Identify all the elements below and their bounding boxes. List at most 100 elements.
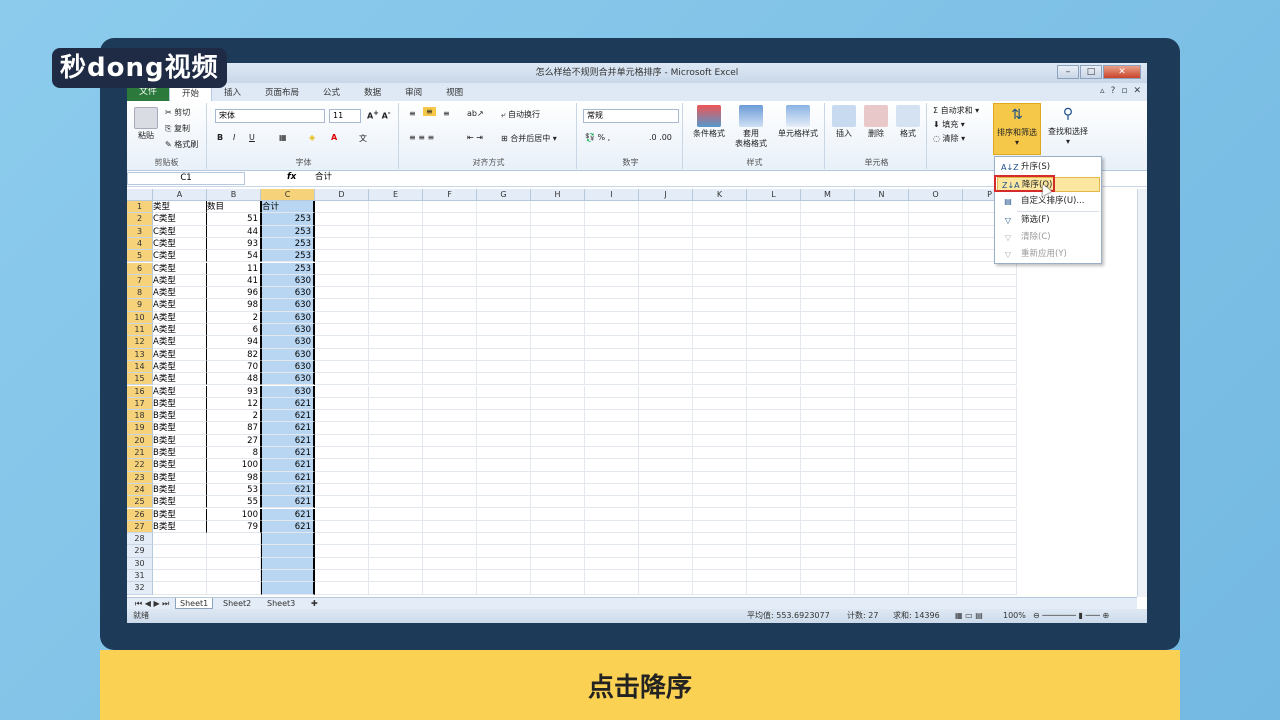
cell-b[interactable]: 48 (207, 373, 261, 386)
cell-a[interactable]: B类型 (153, 410, 207, 423)
autosum-button[interactable]: Σ 自动求和 ▾ (933, 105, 979, 116)
cell-empty[interactable] (693, 250, 747, 263)
cell-empty[interactable] (855, 250, 909, 263)
cell-empty[interactable] (855, 533, 909, 546)
cell-empty[interactable] (963, 508, 1017, 521)
column-header-o[interactable]: O (909, 189, 963, 201)
cell-empty[interactable] (423, 250, 477, 263)
cell-empty[interactable] (585, 225, 639, 238)
cell-empty[interactable] (585, 422, 639, 435)
cell-empty[interactable] (963, 520, 1017, 534)
cell-empty[interactable] (369, 570, 423, 583)
cell-empty[interactable] (369, 360, 423, 374)
cell-empty[interactable] (585, 373, 639, 386)
minimize-ribbon-icon[interactable]: ▵ (1100, 86, 1105, 96)
cell-empty[interactable] (801, 459, 855, 472)
column-header-m[interactable]: M (801, 189, 855, 201)
cell-empty[interactable] (639, 348, 693, 361)
cell-empty[interactable] (423, 447, 477, 460)
cell-b[interactable]: 2 (207, 311, 261, 324)
cell-empty[interactable] (639, 471, 693, 484)
cell-empty[interactable] (531, 311, 585, 324)
cell-empty[interactable] (963, 311, 1017, 324)
cell-empty[interactable] (693, 434, 747, 447)
cell-empty[interactable] (801, 225, 855, 238)
cell-empty[interactable] (693, 471, 747, 484)
cell-empty[interactable] (585, 533, 639, 546)
restore-icon[interactable]: ▫ (1121, 86, 1127, 96)
cell-empty[interactable] (585, 447, 639, 460)
column-header-c[interactable]: C (261, 189, 315, 201)
cell-empty[interactable] (963, 483, 1017, 497)
cell-empty[interactable] (585, 348, 639, 361)
cell-empty[interactable] (531, 360, 585, 374)
cell-empty[interactable] (747, 496, 801, 509)
format-as-table-button[interactable]: 套用 表格格式 (731, 105, 771, 149)
row-header[interactable]: 27 (127, 520, 153, 534)
row-header[interactable]: 30 (127, 557, 153, 570)
cell-empty[interactable] (477, 410, 531, 423)
cell-empty[interactable] (963, 410, 1017, 423)
cell-empty[interactable] (909, 447, 963, 460)
cell-empty[interactable] (693, 397, 747, 411)
row-header[interactable]: 8 (127, 287, 153, 300)
cell-empty[interactable] (801, 434, 855, 447)
cell-empty[interactable] (639, 336, 693, 349)
cell-empty[interactable] (477, 496, 531, 509)
cell-empty[interactable] (855, 287, 909, 300)
cell-empty[interactable] (585, 360, 639, 374)
cell-empty[interactable] (909, 557, 963, 570)
row-header[interactable]: 17 (127, 397, 153, 411)
cell-empty[interactable] (531, 422, 585, 435)
cell-a[interactable]: C类型 (153, 262, 207, 275)
cell-empty[interactable] (801, 287, 855, 300)
cell-empty[interactable] (801, 324, 855, 337)
cell-empty[interactable] (369, 483, 423, 497)
cell-empty[interactable] (909, 385, 963, 398)
cell-empty[interactable] (855, 496, 909, 509)
cell-c[interactable]: 630 (261, 324, 315, 337)
cell-a[interactable] (153, 582, 207, 595)
cell-empty[interactable] (909, 410, 963, 423)
cell-empty[interactable] (423, 557, 477, 570)
cell-empty[interactable] (855, 373, 909, 386)
cell-b[interactable]: 数目 (207, 201, 261, 214)
cell-empty[interactable] (693, 570, 747, 583)
cell-empty[interactable] (963, 336, 1017, 349)
cell-empty[interactable] (477, 533, 531, 546)
cell-empty[interactable] (477, 459, 531, 472)
cell-empty[interactable] (855, 299, 909, 312)
cell-c[interactable]: 630 (261, 311, 315, 324)
cell-b[interactable]: 27 (207, 434, 261, 447)
cell-empty[interactable] (909, 533, 963, 546)
merge-center-button[interactable]: ⊞ 合并后居中 ▾ (501, 133, 557, 144)
cell-empty[interactable] (855, 459, 909, 472)
menu-custom-sort[interactable]: ▤ 自定义排序(U)... (997, 194, 1100, 209)
cell-empty[interactable] (585, 201, 639, 214)
cell-empty[interactable] (801, 311, 855, 324)
cell-b[interactable]: 54 (207, 250, 261, 263)
cell-b[interactable]: 96 (207, 287, 261, 300)
cell-empty[interactable] (747, 201, 801, 214)
cell-empty[interactable] (909, 324, 963, 337)
cell-empty[interactable] (855, 447, 909, 460)
column-header-g[interactable]: G (477, 189, 531, 201)
cell-empty[interactable] (531, 262, 585, 275)
cell-empty[interactable] (585, 324, 639, 337)
cell-empty[interactable] (909, 201, 963, 214)
cell-a[interactable]: A类型 (153, 336, 207, 349)
cell-c[interactable]: 253 (261, 262, 315, 275)
cell-b[interactable]: 41 (207, 274, 261, 288)
fill-color-icon[interactable]: ◈ (309, 133, 315, 142)
cell-empty[interactable] (315, 397, 369, 411)
wrap-text-button[interactable]: ⤶ 自动换行 (501, 109, 540, 120)
cell-b[interactable] (207, 533, 261, 546)
column-header-i[interactable]: I (585, 189, 639, 201)
cell-empty[interactable] (639, 434, 693, 447)
row-header[interactable]: 2 (127, 213, 153, 226)
cell-empty[interactable] (747, 545, 801, 558)
cell-empty[interactable] (747, 483, 801, 497)
cell-empty[interactable] (693, 582, 747, 595)
format-cells-button[interactable]: 格式 (893, 105, 923, 139)
cell-empty[interactable] (423, 434, 477, 447)
